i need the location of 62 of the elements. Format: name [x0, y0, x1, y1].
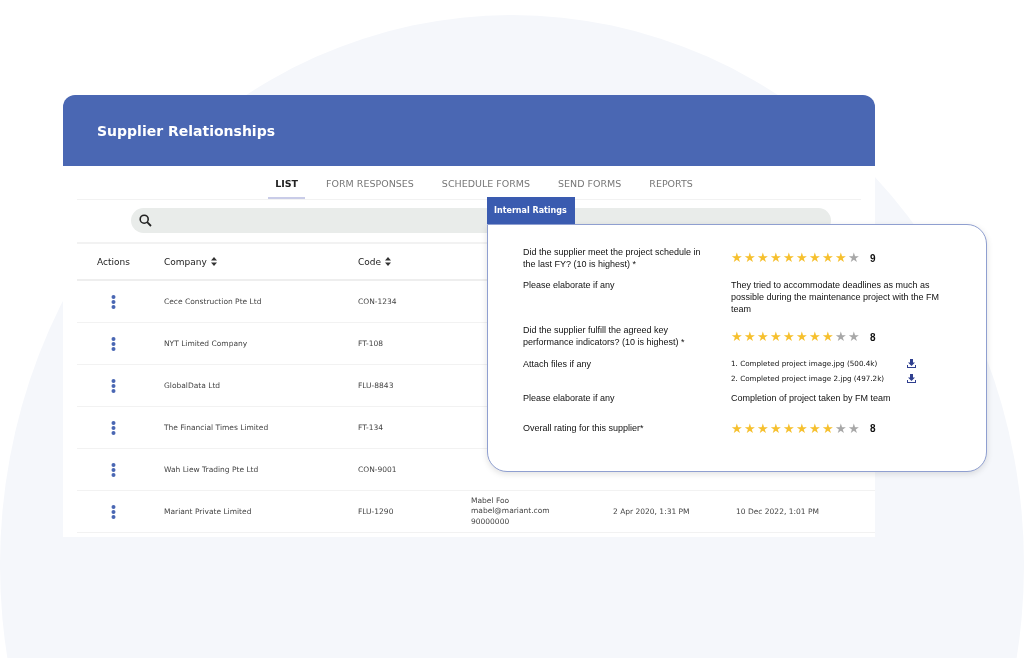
- star-icon: ★: [835, 252, 847, 265]
- star-icon: ★: [809, 422, 821, 435]
- column-header: Actions: [97, 256, 130, 267]
- search-icon: [139, 214, 152, 227]
- star-icon: ★: [731, 330, 743, 344]
- column-header[interactable]: Code: [358, 256, 382, 267]
- more-icon[interactable]: [111, 378, 116, 393]
- column-header[interactable]: Company: [164, 256, 207, 267]
- star-icon: ★: [809, 252, 821, 265]
- rating-score: 8: [870, 331, 876, 343]
- star-icon: ★: [848, 330, 860, 344]
- tab[interactable]: SEND FORMS: [551, 170, 629, 199]
- star-icon: ★: [731, 252, 743, 265]
- tab[interactable]: SCHEDULE FORMS: [434, 170, 538, 199]
- star-icon: ★: [757, 422, 769, 435]
- star-icon: ★: [822, 252, 834, 265]
- window-title: Supplier Relationships: [97, 122, 275, 139]
- star-icon: ★: [822, 330, 834, 344]
- question-label: Please elaborate if any: [523, 280, 616, 293]
- tab[interactable]: REPORTS: [642, 170, 700, 199]
- star-icon: ★: [796, 422, 808, 435]
- star-icon: ★: [848, 422, 860, 435]
- question-label: Please elaborate if any: [523, 392, 616, 405]
- question-label: Attach files if any: [523, 358, 593, 371]
- star-icon: ★: [796, 330, 808, 344]
- download-icon[interactable]: [907, 358, 916, 368]
- answer-text: They tried to accommodate deadlines as much as possible during the maintenance project with the FM team: [731, 280, 941, 316]
- star-icon: ★: [783, 330, 795, 344]
- question-label: Overall rating for this supplier*: [523, 422, 645, 435]
- rating-score: 8: [870, 423, 876, 435]
- more-icon[interactable]: [111, 336, 116, 351]
- tab[interactable]: FORM RESPONSES: [319, 170, 421, 199]
- star-icon: ★: [809, 330, 821, 344]
- more-icon[interactable]: [111, 294, 116, 309]
- star-icon: ★: [783, 422, 795, 435]
- sort-icon[interactable]: [210, 257, 217, 266]
- star-icon: ★: [744, 330, 756, 344]
- question-label: Did the supplier meet the project schedule in the last FY? (10 is highest) *: [523, 247, 702, 271]
- more-icon[interactable]: [111, 462, 116, 477]
- answer-text: Completion of project taken by FM team: [731, 392, 892, 405]
- star-icon: ★: [744, 422, 756, 435]
- more-icon[interactable]: [111, 504, 116, 519]
- star-icon: ★: [770, 252, 782, 265]
- star-icon: ★: [731, 422, 743, 435]
- tab[interactable]: LIST: [268, 170, 306, 199]
- star-icon: ★: [848, 252, 860, 265]
- star-icon: ★: [744, 252, 756, 265]
- star-icon: ★: [770, 330, 782, 344]
- download-icon[interactable]: [907, 373, 916, 383]
- sort-icon[interactable]: [385, 257, 392, 266]
- star-icon: ★: [770, 422, 782, 435]
- star-icon: ★: [796, 252, 808, 265]
- question-label: Did the supplier fulfill the agreed key performance indicators? (10 is highest) *: [523, 325, 686, 349]
- star-icon: ★: [757, 330, 769, 344]
- star-icon: ★: [835, 330, 847, 344]
- star-icon: ★: [822, 422, 834, 435]
- star-icon: ★: [757, 252, 769, 265]
- star-icon: ★: [835, 422, 847, 435]
- more-icon[interactable]: [111, 420, 116, 435]
- rating-score: 9: [870, 253, 876, 265]
- star-icon: ★: [783, 252, 795, 265]
- popup-tab[interactable]: Internal Ratings: [487, 197, 575, 224]
